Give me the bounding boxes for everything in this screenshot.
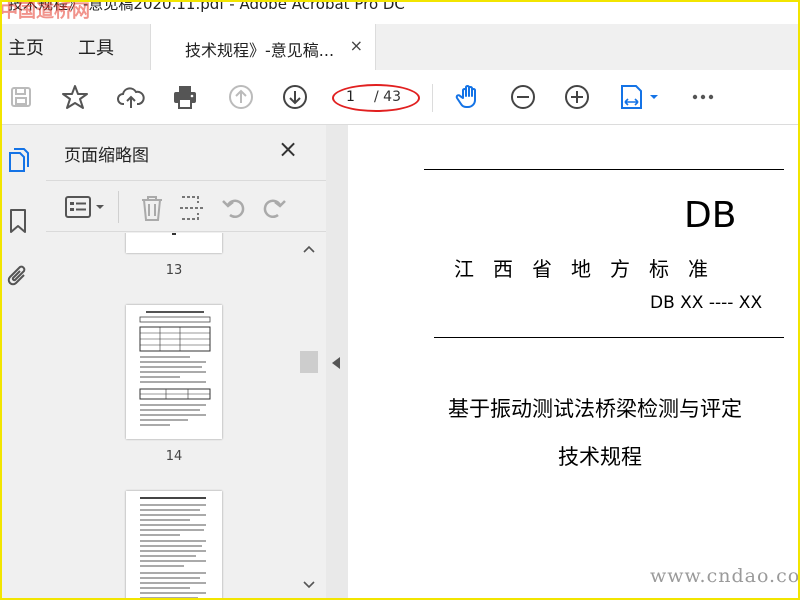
thumbnail-page-14[interactable] <box>126 305 222 439</box>
thumbnail-scrollbar[interactable] <box>300 233 318 600</box>
thumbnail-label: 14 <box>165 449 183 464</box>
document-tab[interactable]: 技术规程》-意见稿... × <box>150 24 376 70</box>
page-number-field[interactable]: 1 / 43 <box>332 84 420 112</box>
document-title-line2: 技术规程 <box>558 445 642 469</box>
thumbnail-label: 13 <box>165 263 183 278</box>
thumbnail-page-13[interactable] <box>126 233 222 253</box>
scroll-thumb[interactable] <box>300 351 318 373</box>
print-icon[interactable] <box>170 82 200 112</box>
left-navigation-rail <box>0 125 47 600</box>
rotate-right-icon[interactable] <box>260 193 288 223</box>
standard-code: DB XX ---- XX <box>650 293 763 313</box>
attachments-icon[interactable] <box>6 263 30 291</box>
rotate-left-icon[interactable] <box>220 193 248 223</box>
main-toolbar: 1 / 43 <box>0 70 800 125</box>
extract-page-icon[interactable] <box>178 193 206 223</box>
document-page: DB 江西省地方标准 DB XX ---- XX 基于振动测试法桥梁检测与评定 … <box>348 125 800 600</box>
red-annotation-oval <box>332 84 420 112</box>
close-tab-icon[interactable]: × <box>350 36 363 55</box>
thumbnail-toolbar <box>46 180 326 232</box>
site-watermark: www.cndao.com <box>650 565 800 587</box>
fit-page-icon[interactable] <box>618 82 662 112</box>
hand-tool-icon[interactable] <box>454 82 484 112</box>
close-panel-icon[interactable]: × <box>278 135 298 163</box>
save-icon[interactable] <box>6 82 36 112</box>
site-logo-watermark: 中国道桥网 <box>0 1 90 22</box>
tab-bar: 主页 工具 技术规程》-意见稿... × <box>0 24 800 71</box>
prev-page-icon[interactable] <box>226 82 256 112</box>
document-title-line1: 基于振动测试法桥梁检测与评定 <box>448 397 742 421</box>
province-standard: 江西省地方标准 <box>454 257 727 281</box>
standard-prefix: DB <box>684 195 737 236</box>
page-thumbnails-icon[interactable] <box>6 147 30 175</box>
toolbar-divider <box>118 191 119 223</box>
toolbar-divider <box>432 84 433 112</box>
window-titlebar: 技术规程》-意见稿2020.11.pdf - Adobe Acrobat Pro… <box>0 0 800 24</box>
tab-home[interactable]: 主页 <box>8 34 44 60</box>
next-page-icon[interactable] <box>280 82 310 112</box>
collapse-panel-handle[interactable] <box>326 125 348 600</box>
document-view[interactable]: DB 江西省地方标准 DB XX ---- XX 基于振动测试法桥梁检测与评定 … <box>348 125 800 600</box>
upload-cloud-icon[interactable] <box>116 82 146 112</box>
zoom-out-icon[interactable] <box>508 82 538 112</box>
collapse-arrow-icon <box>332 357 340 369</box>
document-tab-label: 技术规程》-意见稿... <box>185 41 335 60</box>
bookmarks-icon[interactable] <box>6 207 30 235</box>
thumbnail-page-15[interactable] <box>126 491 222 600</box>
zoom-in-icon[interactable] <box>562 82 592 112</box>
page-thumbnails-panel: 页面缩略图 × 13 14 <box>46 125 327 600</box>
document-rule-top <box>424 169 784 170</box>
options-menu-icon[interactable] <box>64 193 110 221</box>
document-rule-bottom <box>434 337 784 338</box>
thumbnail-list[interactable]: 13 14 <box>46 233 308 600</box>
more-icon[interactable] <box>688 82 718 112</box>
panel-title: 页面缩略图 <box>64 146 149 166</box>
delete-icon[interactable] <box>138 193 166 223</box>
tab-tools[interactable]: 工具 <box>78 34 114 60</box>
bookmark-star-icon[interactable] <box>60 82 90 112</box>
